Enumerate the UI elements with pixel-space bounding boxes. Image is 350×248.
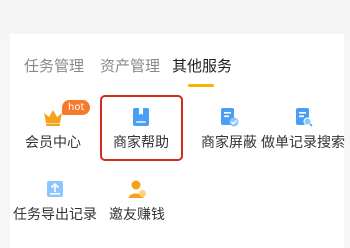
- hot-badge: hot: [62, 100, 91, 115]
- export-doc-icon: [47, 181, 63, 197]
- tab-task-management[interactable]: 任务管理: [24, 56, 84, 76]
- tab-asset-management[interactable]: 资产管理: [100, 56, 160, 76]
- crown-icon: [44, 110, 62, 126]
- shield-doc-icon: [221, 108, 239, 127]
- top-strip: [0, 0, 350, 34]
- service-order-record-search[interactable]: 做单记录搜索: [256, 100, 350, 164]
- tab-other-services[interactable]: 其他服务: [172, 56, 232, 76]
- active-tab-indicator: [188, 84, 214, 87]
- service-label: 做单记录搜索: [261, 135, 345, 151]
- service-member-center[interactable]: hot 会员中心: [10, 100, 96, 164]
- service-invite-friends[interactable]: 邀友赚钱: [94, 172, 180, 236]
- search-doc-icon: [296, 108, 313, 127]
- invite-user-icon: [128, 180, 146, 198]
- highlight-box: [100, 95, 183, 161]
- service-label: 邀友赚钱: [109, 207, 165, 223]
- service-label: 会员中心: [25, 135, 81, 151]
- service-task-export-record[interactable]: 任务导出记录: [12, 172, 98, 236]
- service-label: 任务导出记录: [13, 207, 97, 223]
